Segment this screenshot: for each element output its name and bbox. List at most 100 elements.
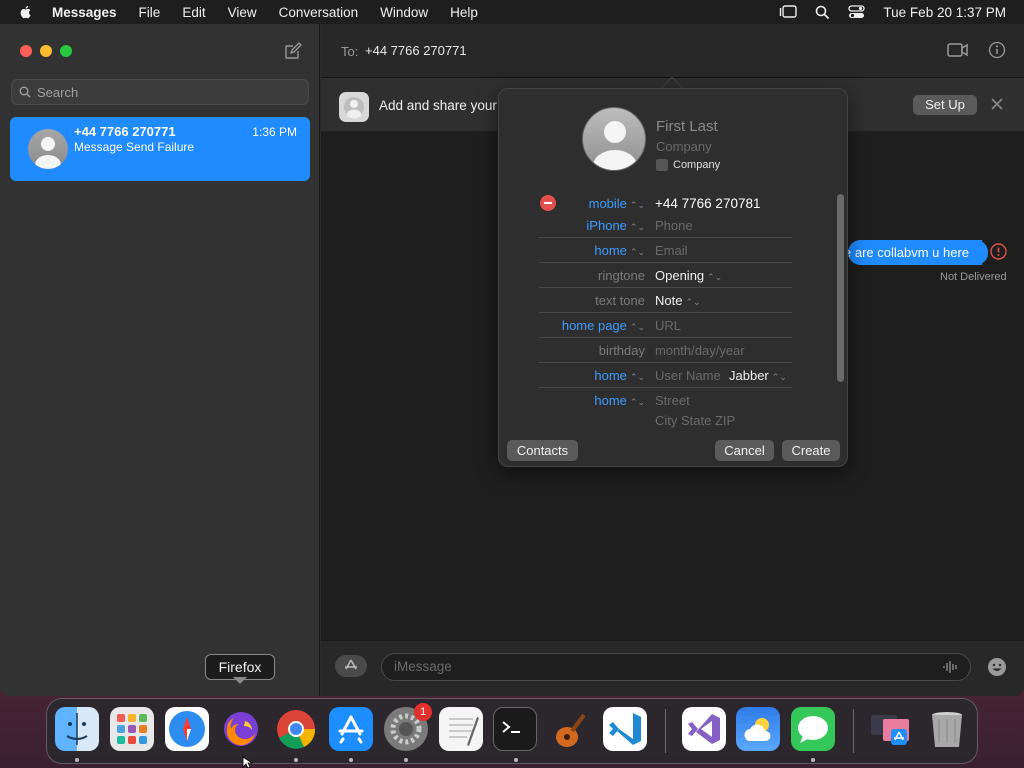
composer-bar: iMessage bbox=[321, 640, 1024, 696]
dock: 1 bbox=[46, 698, 978, 764]
field-row-text-tone: text tone Note ⌃⌄ bbox=[539, 288, 792, 313]
tooltip-tail bbox=[233, 677, 247, 684]
close-window-button[interactable] bbox=[20, 45, 32, 57]
menu-view[interactable]: View bbox=[228, 5, 257, 20]
emoji-icon[interactable] bbox=[987, 657, 1007, 677]
spotlight-search-icon[interactable] bbox=[815, 5, 830, 20]
create-button[interactable]: Create bbox=[782, 440, 840, 461]
dock-separator bbox=[665, 709, 666, 753]
search-placeholder: Search bbox=[37, 84, 79, 100]
menu-clock[interactable]: Tue Feb 20 1:37 PM bbox=[883, 5, 1006, 20]
contact-photo[interactable] bbox=[582, 107, 646, 171]
field-label[interactable]: iPhone ⌃⌄ bbox=[586, 218, 645, 233]
street-input[interactable]: Street bbox=[655, 393, 690, 408]
contact-avatar bbox=[28, 129, 68, 169]
compose-icon[interactable] bbox=[284, 42, 302, 60]
field-row-email: home ⌃⌄ Email bbox=[539, 238, 792, 263]
settings-running-dot bbox=[404, 758, 408, 762]
field-row-iphone: iPhone ⌃⌄ Phone bbox=[539, 213, 792, 238]
text-tone-select[interactable]: Note ⌃⌄ bbox=[655, 293, 701, 308]
phone-input[interactable]: Phone bbox=[655, 218, 693, 233]
vscode-icon[interactable] bbox=[603, 707, 647, 751]
zoom-window-button[interactable] bbox=[60, 45, 72, 57]
chrome-running-dot bbox=[294, 758, 298, 762]
launchpad-icon[interactable] bbox=[110, 707, 154, 751]
menu-bar: Messages File Edit View Conversation Win… bbox=[0, 0, 1024, 24]
recipient-field[interactable]: +44 7766 270771 bbox=[365, 43, 467, 58]
menu-window[interactable]: Window bbox=[380, 5, 428, 20]
to-label: To: bbox=[341, 44, 359, 59]
mouse-cursor-icon bbox=[242, 756, 254, 768]
menu-app-name[interactable]: Messages bbox=[52, 5, 117, 20]
dock-separator bbox=[853, 709, 854, 753]
menu-edit[interactable]: Edit bbox=[182, 5, 205, 20]
email-input[interactable]: Email bbox=[655, 243, 688, 258]
chrome-icon[interactable] bbox=[274, 707, 318, 751]
minimize-window-button[interactable] bbox=[40, 45, 52, 57]
menu-help[interactable]: Help bbox=[450, 5, 478, 20]
conversation-preview: Message Send Failure bbox=[74, 140, 195, 154]
firefox-icon[interactable] bbox=[219, 707, 263, 751]
username-input[interactable]: User Name bbox=[655, 368, 721, 383]
company-checkbox[interactable]: Company bbox=[656, 159, 720, 171]
contacts-button[interactable]: Contacts bbox=[507, 440, 578, 461]
terminal-running-dot bbox=[514, 758, 518, 762]
scrollbar[interactable] bbox=[837, 194, 844, 382]
weather-icon[interactable] bbox=[736, 707, 780, 751]
downloads-stack-icon[interactable] bbox=[869, 707, 913, 751]
finder-running-dot bbox=[75, 758, 79, 762]
ringtone-select[interactable]: Opening ⌃⌄ bbox=[655, 268, 722, 283]
garageband-icon[interactable] bbox=[548, 707, 592, 751]
birthday-input[interactable]: month/day/year bbox=[655, 343, 745, 358]
field-row-address: home ⌃⌄ Street City State ZIP bbox=[539, 388, 792, 430]
app-store-icon bbox=[345, 659, 357, 670]
apple-menu-icon[interactable] bbox=[18, 4, 34, 20]
delivery-status: Not Delivered bbox=[940, 271, 1007, 283]
safari-icon[interactable] bbox=[165, 707, 209, 751]
apps-button[interactable] bbox=[335, 655, 367, 677]
textedit-icon[interactable] bbox=[439, 707, 483, 751]
info-icon[interactable] bbox=[988, 41, 1006, 59]
message-text: e are collabvm u here bbox=[848, 245, 970, 260]
messages-icon[interactable] bbox=[791, 707, 835, 751]
set-up-button[interactable]: Set Up bbox=[913, 95, 977, 115]
stage-manager-icon[interactable] bbox=[779, 5, 798, 19]
phone-value[interactable]: +44 7766 270781 bbox=[655, 196, 760, 211]
field-label[interactable]: home ⌃⌄ bbox=[594, 243, 645, 258]
app-store-icon[interactable] bbox=[329, 707, 373, 751]
send-failure-icon[interactable] bbox=[990, 243, 1007, 260]
terminal-icon[interactable] bbox=[493, 707, 537, 751]
field-label: ringtone bbox=[598, 268, 645, 283]
name-field[interactable]: First Last bbox=[656, 118, 718, 135]
notification-badge: 1 bbox=[414, 703, 432, 721]
field-label[interactable]: home ⌃⌄ bbox=[594, 368, 645, 383]
menu-file[interactable]: File bbox=[139, 5, 161, 20]
message-bubble[interactable]: e are collabvm u here bbox=[848, 240, 982, 265]
search-field[interactable]: Search bbox=[11, 79, 309, 105]
field-label[interactable]: mobile ⌃⌄ bbox=[589, 196, 645, 211]
company-field[interactable]: Company bbox=[656, 139, 712, 154]
im-service-select[interactable]: Jabber ⌃⌄ bbox=[729, 368, 787, 383]
contacts-icon bbox=[339, 92, 369, 122]
message-input[interactable]: iMessage bbox=[381, 653, 971, 681]
control-center-icon[interactable] bbox=[848, 5, 866, 19]
facetime-video-icon[interactable] bbox=[947, 42, 969, 58]
search-icon bbox=[19, 86, 31, 98]
conversation-time: 1:36 PM bbox=[252, 125, 297, 139]
close-icon[interactable] bbox=[989, 96, 1005, 112]
field-row-url: home page ⌃⌄ URL bbox=[539, 313, 792, 338]
url-input[interactable]: URL bbox=[655, 318, 681, 333]
menu-conversation[interactable]: Conversation bbox=[279, 5, 359, 20]
city-state-zip-input[interactable]: City State ZIP bbox=[655, 413, 735, 428]
message-bubble-tail bbox=[976, 240, 988, 265]
trash-icon[interactable] bbox=[925, 707, 969, 751]
conversation-header: To: +44 7766 270771 bbox=[321, 24, 1024, 78]
audio-message-icon[interactable] bbox=[943, 660, 959, 674]
conversation-item[interactable]: +44 7766 270771 Message Send Failure 1:3… bbox=[10, 117, 310, 181]
field-label[interactable]: home page ⌃⌄ bbox=[562, 318, 645, 333]
checkbox-box[interactable] bbox=[656, 159, 668, 171]
visual-studio-icon[interactable] bbox=[682, 707, 726, 751]
cancel-button[interactable]: Cancel bbox=[715, 440, 774, 461]
field-label[interactable]: home ⌃⌄ bbox=[594, 393, 645, 408]
finder-icon[interactable] bbox=[55, 707, 99, 751]
